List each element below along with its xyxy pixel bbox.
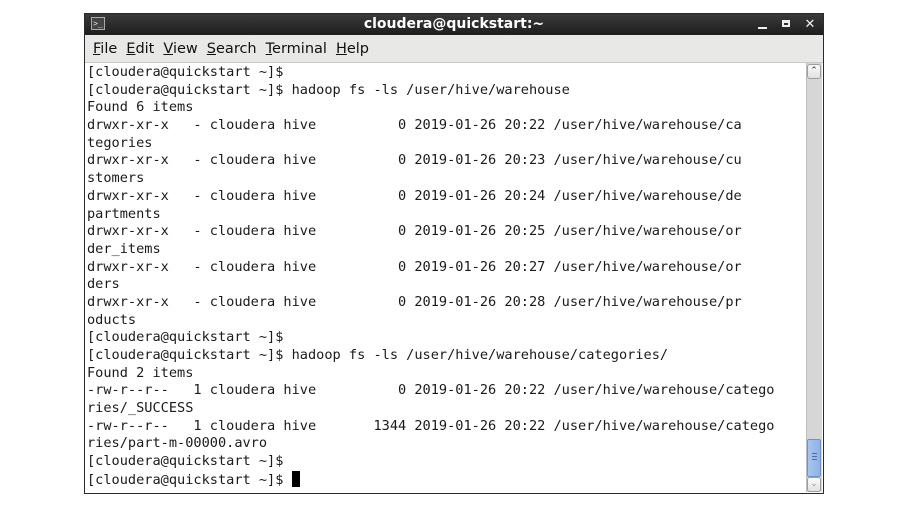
menu-search[interactable]: Search [206, 39, 262, 59]
terminal-line: drwxr-xr-x - cloudera hive 0 2019-01-26 … [87, 223, 774, 241]
terminal-line-text: Found 6 items [87, 99, 194, 116]
terminal-line-text: drwxr-xr-x - cloudera hive 0 2019-01-26 … [87, 223, 742, 240]
terminal-line: der_items [87, 241, 774, 259]
window-title: cloudera@quickstart:~ [363, 16, 545, 32]
menu-help-label: elp [346, 40, 369, 57]
menu-file-label: ile [100, 40, 118, 57]
terminal-line: ries/part-m-00000.avro [87, 435, 774, 453]
maximize-icon[interactable] [779, 18, 793, 32]
terminal-line: ries/_SUCCESS [87, 400, 774, 418]
scrollbar-thumb[interactable] [807, 439, 821, 477]
terminal-line-text: [cloudera@quickstart ~]$ hadoop fs -ls /… [87, 347, 669, 363]
menu-edit-label: dit [135, 40, 155, 57]
terminal-line-text: ries/_SUCCESS [87, 400, 194, 417]
terminal-line-text: tegories [87, 134, 153, 151]
terminal-line: -rw-r--r-- 1 cloudera hive 1344 2019-01-… [87, 418, 774, 436]
terminal-line: -rw-r--r-- 1 cloudera hive 0 2019-01-26 … [87, 382, 774, 400]
menu-help-mnemonic: H [335, 40, 347, 57]
terminal-line-text: [cloudera@quickstart ~]$ [87, 453, 284, 470]
terminal-line-text: partments [87, 205, 161, 222]
terminal-line-text: drwxr-xr-x - cloudera hive 0 2019-01-26 … [87, 117, 742, 134]
terminal-line: ders [87, 276, 774, 294]
terminal-line-text: oducts [87, 311, 137, 328]
terminal-line: drwxr-xr-x - cloudera hive 0 2019-01-26 … [87, 117, 774, 135]
scroll-up-icon[interactable]: ⌃ [807, 64, 821, 79]
terminal-line: oducts [87, 312, 774, 330]
menu-search-label: earch [216, 40, 257, 57]
terminal-line: drwxr-xr-x - cloudera hive 0 2019-01-26 … [87, 188, 774, 206]
terminal-line: [cloudera@quickstart ~]$ [87, 64, 774, 82]
vertical-scrollbar[interactable]: ⌃ ⌄ [806, 63, 822, 492]
terminal-line: partments [87, 206, 774, 224]
menu-view-mnemonic: V [163, 40, 173, 57]
terminal-window: >_ cloudera@quickstart:~ ✕ File Edit Vie… [84, 13, 824, 494]
window-controls: ✕ [755, 14, 817, 35]
terminal-line: [cloudera@quickstart ~]$ [87, 453, 774, 471]
text-cursor [291, 470, 300, 487]
terminal-line: Found 6 items [87, 99, 774, 117]
title-bar[interactable]: >_ cloudera@quickstart:~ ✕ [85, 14, 823, 35]
terminal-line: [cloudera@quickstart ~]$ [87, 329, 774, 347]
terminal-line-text: -rw-r--r-- 1 cloudera hive 1344 2019-01-… [87, 417, 775, 434]
terminal-line-text: [cloudera@quickstart ~]$ [87, 471, 292, 488]
minimize-icon[interactable] [755, 18, 769, 32]
terminal-line-text: stomers [87, 170, 145, 187]
menu-terminal-label: erminal [272, 40, 327, 57]
terminal-line-text: drwxr-xr-x - cloudera hive 0 2019-01-26 … [87, 258, 742, 275]
menu-edit[interactable]: Edit [125, 39, 159, 59]
terminal-line: drwxr-xr-x - cloudera hive 0 2019-01-26 … [87, 294, 774, 312]
terminal-line: drwxr-xr-x - cloudera hive 0 2019-01-26 … [87, 259, 774, 277]
terminal-line-text: ders [87, 276, 120, 293]
terminal-line: drwxr-xr-x - cloudera hive 0 2019-01-26 … [87, 152, 774, 170]
terminal-line-text: der_items [87, 240, 161, 257]
terminal-output[interactable]: [cloudera@quickstart ~]$ [cloudera@quicks… [85, 63, 808, 493]
terminal-line: Found 2 items [87, 365, 774, 383]
terminal-line-text: drwxr-xr-x - cloudera hive 0 2019-01-26 … [87, 187, 742, 204]
menu-view-label: iew [172, 40, 198, 57]
terminal-line-text: [cloudera@quickstart ~]$ [87, 64, 284, 80]
terminal-line-text: ries/part-m-00000.avro [87, 435, 268, 452]
terminal-line-text: [cloudera@quickstart ~]$ [87, 329, 284, 346]
menu-view[interactable]: View [162, 39, 202, 59]
grip-icon [812, 453, 817, 462]
menu-search-mnemonic: S [206, 40, 217, 57]
terminal-line: [cloudera@quickstart ~]$ hadoop fs -ls /… [87, 82, 774, 100]
terminal-line: [cloudera@quickstart ~]$ [87, 470, 774, 489]
menu-file[interactable]: File [92, 39, 122, 59]
terminal-line-text: -rw-r--r-- 1 cloudera hive 0 2019-01-26 … [87, 382, 775, 399]
terminal-line-text: [cloudera@quickstart ~]$ hadoop fs -ls /… [87, 81, 570, 98]
terminal-line-text: drwxr-xr-x - cloudera hive 0 2019-01-26 … [87, 293, 742, 310]
terminal-lines: [cloudera@quickstart ~]$ [cloudera@quicks… [87, 64, 774, 489]
close-icon[interactable]: ✕ [803, 17, 817, 32]
terminal-line-text: Found 2 items [87, 364, 194, 381]
terminal-line: stomers [87, 170, 774, 188]
scroll-down-icon[interactable]: ⌄ [807, 477, 821, 492]
menu-terminal[interactable]: Terminal [265, 39, 332, 59]
menu-bar: File Edit View Search Terminal Help [85, 35, 823, 63]
terminal-line: tegories [87, 135, 774, 153]
menu-help[interactable]: Help [335, 39, 374, 59]
terminal-line-text: drwxr-xr-x - cloudera hive 0 2019-01-26 … [87, 152, 742, 169]
terminal-line: [cloudera@quickstart ~]$ hadoop fs -ls /… [87, 347, 774, 365]
